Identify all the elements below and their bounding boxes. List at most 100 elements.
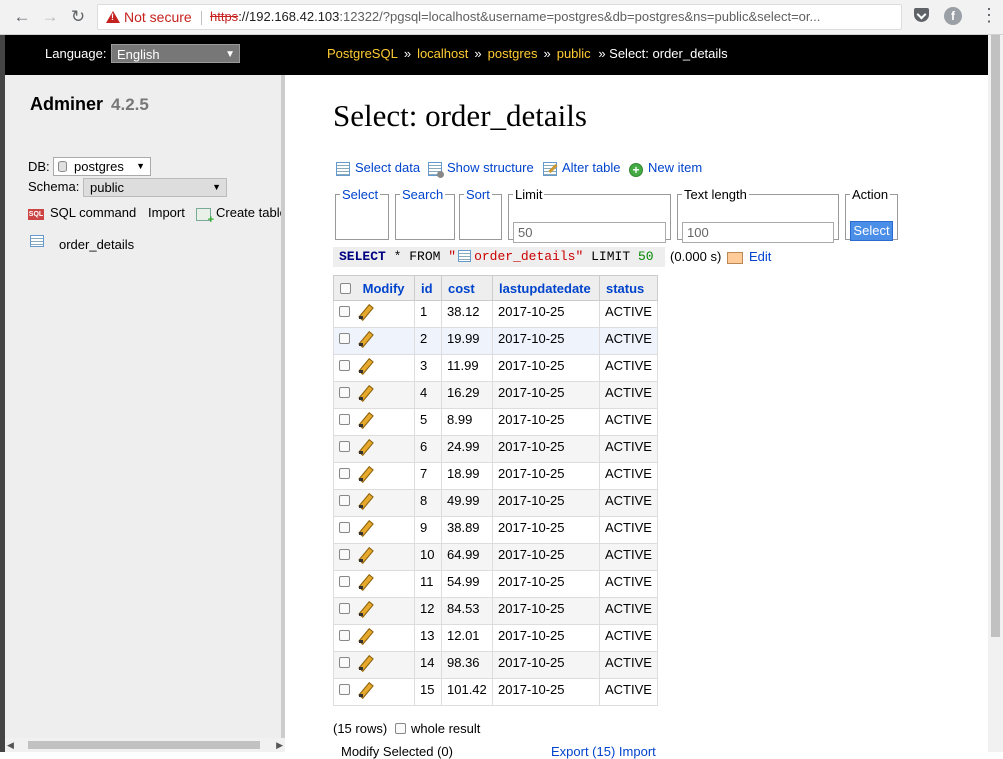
row-checkbox[interactable]	[339, 630, 350, 641]
search-link[interactable]: Search	[402, 187, 443, 202]
new-item-link[interactable]: New item	[648, 160, 702, 175]
edit-row-icon[interactable]	[358, 413, 372, 427]
row-checkbox[interactable]	[339, 684, 350, 695]
alter-table-link[interactable]: Alter table	[562, 160, 621, 175]
cell-lastupdatedate: 2017-10-25	[492, 327, 600, 355]
cell-status: ACTIVE	[599, 543, 658, 571]
row-checkbox[interactable]	[339, 549, 350, 560]
column-header-id-link[interactable]: id	[421, 281, 433, 296]
edit-row-icon[interactable]	[358, 548, 372, 562]
edit-row-icon[interactable]	[358, 440, 372, 454]
row-count: (15 rows)	[333, 721, 388, 736]
edit-query-link[interactable]: Edit	[749, 249, 771, 264]
table-icon[interactable]	[30, 235, 44, 247]
vertical-scrollbar-thumb[interactable]	[991, 35, 1000, 637]
select-data-link[interactable]: Select data	[355, 160, 420, 175]
column-header-lastupdatedate[interactable]: lastupdatedate	[492, 275, 600, 301]
row-checkbox[interactable]	[339, 387, 350, 398]
breadcrumb-system[interactable]: PostgreSQL	[327, 46, 398, 61]
text-length-input[interactable]: 100	[682, 222, 834, 243]
breadcrumb-schema[interactable]: public	[557, 46, 591, 61]
edit-row-icon[interactable]	[358, 656, 372, 670]
import-link[interactable]: Import	[148, 205, 185, 220]
edit-row-icon[interactable]	[358, 602, 372, 616]
table-icon[interactable]	[458, 250, 472, 262]
sort-link[interactable]: Sort	[466, 187, 490, 202]
cell-lastupdatedate: 2017-10-25	[492, 462, 600, 490]
url-text[interactable]: https://192.168.42.103:12322/?pgsql=loca…	[210, 5, 820, 29]
modify-cell	[333, 651, 415, 679]
column-header-cost[interactable]: cost	[441, 275, 493, 301]
pocket-icon[interactable]	[914, 8, 929, 22]
row-checkbox[interactable]	[339, 657, 350, 668]
row-checkbox[interactable]	[339, 522, 350, 533]
horizontal-scrollbar[interactable]: ◀ ▶	[5, 738, 285, 752]
column-header-status[interactable]: status	[599, 275, 658, 301]
edit-row-icon[interactable]	[358, 386, 372, 400]
row-checkbox[interactable]	[339, 603, 350, 614]
row-checkbox[interactable]	[339, 441, 350, 452]
edit-row-icon[interactable]	[358, 467, 372, 481]
select-button[interactable]: Select	[850, 221, 893, 241]
address-bar[interactable]: Not secure https://192.168.42.103:12322/…	[97, 4, 902, 30]
security-indicator[interactable]: Not secure	[124, 5, 192, 29]
breadcrumb-server[interactable]: localhost	[417, 46, 468, 61]
scroll-left-icon[interactable]: ◀	[7, 738, 14, 752]
edit-row-icon[interactable]	[358, 305, 372, 319]
limit-input[interactable]: 50	[513, 222, 666, 243]
edit-row-icon[interactable]	[358, 521, 372, 535]
row-checkbox[interactable]	[339, 306, 350, 317]
adminer-header: Language: English ▼ PostgreSQL » localhost…	[5, 35, 988, 75]
show-structure-link[interactable]: Show structure	[447, 160, 534, 175]
cell-id: 14	[414, 651, 442, 679]
search-fieldset: Search	[395, 187, 455, 240]
select-columns-link[interactable]: Select	[342, 187, 378, 202]
column-header-id[interactable]: id	[414, 275, 442, 301]
select-legend: Select	[340, 187, 380, 202]
row-checkbox[interactable]	[339, 333, 350, 344]
db-select[interactable]: postgres ▼	[53, 157, 151, 176]
extension-icon[interactable]: f	[944, 7, 962, 25]
url-host: ://192.168.42.103	[238, 9, 340, 24]
column-header-status-link[interactable]: status	[606, 281, 644, 296]
vertical-scrollbar[interactable]	[988, 35, 1003, 752]
language-select[interactable]: English ▼	[111, 44, 240, 63]
sql-table-name[interactable]: order_details	[474, 249, 575, 264]
row-checkbox[interactable]	[339, 360, 350, 371]
select-data-icon	[336, 162, 350, 176]
whole-result-label[interactable]: whole result	[411, 721, 480, 736]
edit-row-icon[interactable]	[358, 494, 372, 508]
sidebar-table-order-details[interactable]: order_details	[59, 237, 134, 252]
menu-icon[interactable]: ⋮	[980, 5, 998, 25]
row-checkbox[interactable]	[339, 468, 350, 479]
edit-row-icon[interactable]	[358, 359, 372, 373]
row-checkbox[interactable]	[339, 495, 350, 506]
modify-header-link[interactable]: Modify	[363, 281, 405, 296]
schema-select[interactable]: public ▼	[83, 178, 227, 197]
create-table-icon	[196, 208, 214, 226]
column-header-cost-link[interactable]: cost	[448, 281, 475, 296]
row-checkbox[interactable]	[339, 576, 350, 587]
language-label: Language:	[45, 46, 107, 61]
cell-cost: 49.99	[441, 489, 493, 517]
scroll-right-icon[interactable]: ▶	[276, 738, 283, 752]
horizontal-scrollbar-thumb[interactable]	[28, 741, 260, 749]
edit-row-icon[interactable]	[358, 575, 372, 589]
column-header-date-link[interactable]: lastupdatedate	[499, 281, 591, 296]
breadcrumb-database[interactable]: postgres	[488, 46, 538, 61]
app-version: 4.2.5	[111, 95, 149, 114]
edit-row-icon[interactable]	[358, 332, 372, 346]
select-fieldset: Select	[335, 187, 389, 240]
whole-result-checkbox[interactable]	[395, 723, 406, 734]
sql-command-link[interactable]: SQL command	[50, 205, 136, 220]
edit-row-icon[interactable]	[358, 683, 372, 697]
cell-status: ACTIVE	[599, 651, 658, 679]
app-name[interactable]: Adminer	[30, 94, 103, 114]
edit-row-icon[interactable]	[358, 629, 372, 643]
create-table-link[interactable]: Create table	[216, 205, 281, 220]
row-checkbox[interactable]	[339, 414, 350, 425]
forward-icon[interactable]: →	[39, 6, 61, 28]
select-all-checkbox[interactable]	[340, 282, 351, 294]
back-icon[interactable]: ←	[11, 6, 33, 28]
reload-icon[interactable]: ↻	[67, 6, 89, 28]
